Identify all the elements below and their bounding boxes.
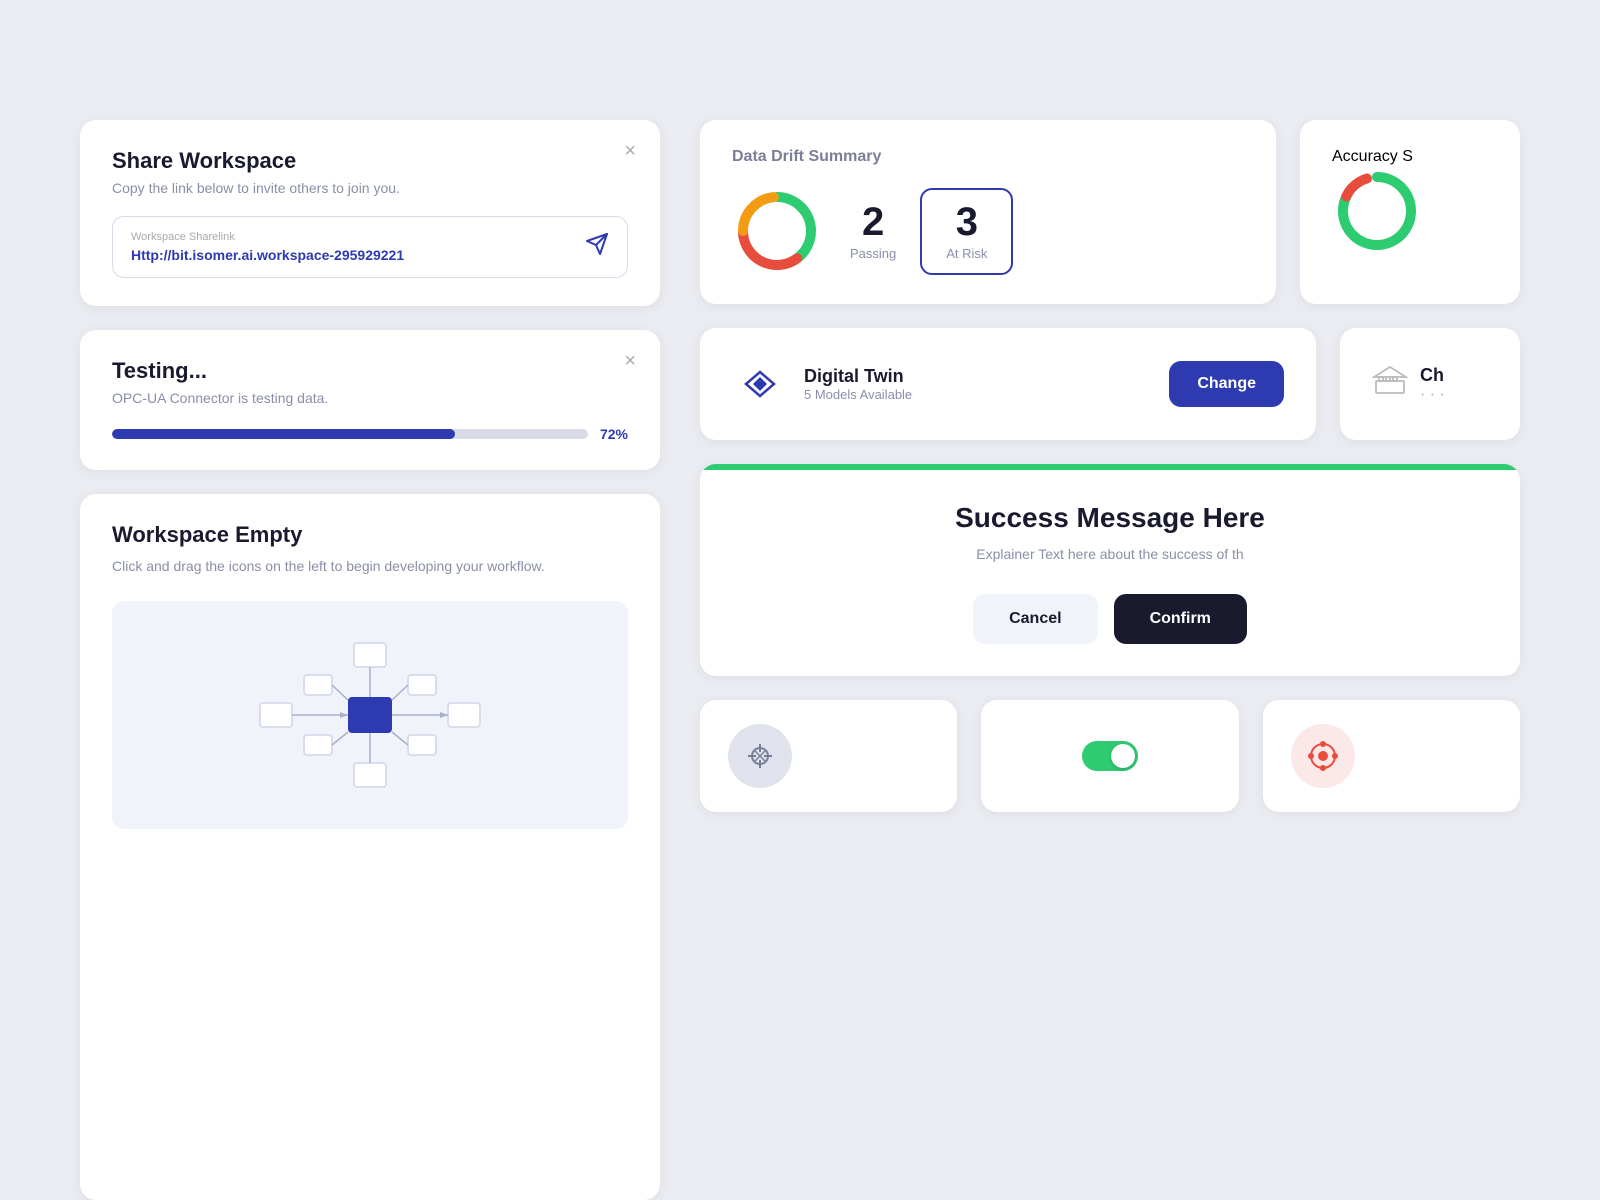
passing-count: 2 — [862, 202, 884, 242]
send-icon[interactable] — [585, 232, 609, 262]
page-background: × Share Workspace Copy the link below to… — [0, 0, 1600, 1200]
drift-stats: 2 Passing 3 At Risk — [850, 188, 1013, 275]
confirm-button[interactable]: Confirm — [1114, 594, 1247, 644]
accuracy-title: Accuracy S — [1332, 148, 1488, 166]
testing-subtitle: OPC-UA Connector is testing data. — [112, 390, 628, 406]
close-testing-button[interactable]: × — [624, 350, 636, 373]
at-risk-stat: 3 At Risk — [920, 188, 1013, 275]
top-row: Data Drift Summary — [700, 120, 1520, 304]
progress-percentage: 72% — [600, 426, 628, 442]
progress-bar-bg — [112, 429, 588, 439]
cancel-button[interactable]: Cancel — [973, 594, 1097, 644]
right-partial-label: Ch — [1420, 365, 1444, 385]
drift-content: 2 Passing 3 At Risk — [732, 186, 1244, 276]
close-share-button[interactable]: × — [624, 140, 636, 163]
bottom-row — [700, 700, 1520, 812]
right-partial-card: Ch · · · — [1340, 328, 1520, 440]
digital-twin-info: Digital Twin 5 Models Available — [804, 366, 1153, 402]
crosshair-icon — [744, 740, 776, 772]
digital-twin-subtitle: 5 Models Available — [804, 387, 1153, 402]
digital-twin-icon — [738, 362, 782, 406]
icon-circle-3 — [1291, 724, 1355, 788]
workspace-empty-title: Workspace Empty — [112, 522, 628, 548]
digital-twin-icon-wrap — [732, 356, 788, 412]
workflow-diagram — [112, 601, 628, 829]
right-partial-dots: · · · — [1420, 386, 1445, 403]
bank-icon — [1372, 363, 1408, 406]
icon-circle-1 — [728, 724, 792, 788]
change-button[interactable]: Change — [1169, 361, 1284, 407]
drift-donut-chart — [732, 186, 822, 276]
data-drift-card: Data Drift Summary — [700, 120, 1276, 304]
digital-twin-name: Digital Twin — [804, 366, 1153, 387]
toggle-switch[interactable] — [1082, 741, 1138, 771]
share-workspace-card: × Share Workspace Copy the link below to… — [80, 120, 660, 306]
share-workspace-subtitle: Copy the link below to invite others to … — [112, 180, 628, 196]
testing-title: Testing... — [112, 358, 628, 384]
progress-bar-fill — [112, 429, 455, 439]
passing-label: Passing — [850, 246, 896, 261]
share-workspace-title: Share Workspace — [112, 148, 628, 174]
link-label: Workspace Sharelink — [131, 231, 404, 243]
toggle-knob — [1111, 744, 1135, 768]
workspace-empty-card: Workspace Empty Click and drag the icons… — [80, 494, 660, 1200]
workspace-empty-subtitle: Click and drag the icons on the left to … — [112, 556, 628, 577]
success-buttons: Cancel Confirm — [740, 594, 1480, 644]
hub-icon — [1307, 740, 1339, 772]
share-link-box[interactable]: Workspace Sharelink Http://bit.isomer.ai… — [112, 216, 628, 278]
at-risk-count: 3 — [956, 202, 978, 242]
progress-row: 72% — [112, 426, 628, 442]
toggle-card — [981, 700, 1238, 812]
icon-card-1 — [700, 700, 957, 812]
success-inner: Success Message Here Explainer Text here… — [700, 470, 1520, 676]
left-column: × Share Workspace Copy the link below to… — [80, 120, 660, 1200]
right-column: Data Drift Summary — [700, 120, 1520, 1200]
success-title: Success Message Here — [740, 502, 1480, 534]
digital-twin-card: Digital Twin 5 Models Available Change — [700, 328, 1316, 440]
data-drift-title: Data Drift Summary — [732, 148, 1244, 166]
success-message-card: Success Message Here Explainer Text here… — [700, 464, 1520, 676]
success-text: Explainer Text here about the success of… — [740, 546, 1480, 562]
digital-twin-row: Digital Twin 5 Models Available Change — [700, 328, 1520, 440]
at-risk-label: At Risk — [946, 246, 987, 261]
link-url: Http://bit.isomer.ai.workspace-295929221 — [131, 247, 404, 263]
testing-card: × Testing... OPC-UA Connector is testing… — [80, 330, 660, 470]
accuracy-donut — [1332, 166, 1422, 256]
passing-stat: 2 Passing — [850, 202, 896, 261]
accuracy-card: Accuracy S — [1300, 120, 1520, 304]
icon-card-3 — [1263, 700, 1520, 812]
